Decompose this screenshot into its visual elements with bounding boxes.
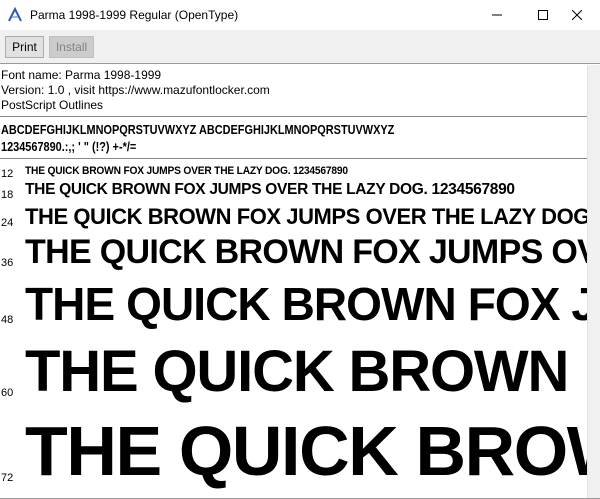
close-button[interactable] <box>554 0 600 30</box>
charset-digits: 1234567890.:,; ' " (!?) +-*/= <box>1 139 137 154</box>
size-label: 24 <box>1 217 14 229</box>
outlines-label: PostScript Outlines <box>1 98 104 112</box>
minimize-icon <box>492 14 502 16</box>
install-button[interactable]: Install <box>49 36 94 58</box>
size-label: 72 <box>1 472 14 484</box>
divider <box>0 158 587 159</box>
vertical-scrollbar[interactable] <box>587 65 600 499</box>
sample-text: THE QUICK BROWN FOX JUMPS OVER THE LAZY … <box>25 278 587 330</box>
font-name-label: Font name: Parma 1998-1999 <box>1 68 162 82</box>
sample-text: THE QUICK BROWN FOX JUMPS OVER THE LAZY … <box>25 339 587 404</box>
print-button[interactable]: Print <box>5 36 44 58</box>
size-label: 18 <box>1 189 14 201</box>
size-label: 60 <box>1 387 14 399</box>
sample-text: THE QUICK BROWN FOX JUMPS OVER THE LAZY … <box>25 181 515 198</box>
font-viewer-icon <box>7 6 23 23</box>
charset-letters: ABCDEFGHIJKLMNOPQRSTUVWXYZ ABCDEFGHIJKLM… <box>1 122 395 137</box>
title-bar: Parma 1998-1999 Regular (OpenType) <box>0 0 600 30</box>
font-preview-area: Font name: Parma 1998-1999 Version: 1.0 … <box>0 65 587 499</box>
window-title: Parma 1998-1999 Regular (OpenType) <box>30 8 239 22</box>
size-label: 12 <box>1 168 14 180</box>
version-label: Version: 1.0 , visit https://www.mazufon… <box>1 83 270 97</box>
sample-text: THE QUICK BROWN FOX JUMPS OVER THE LAZY … <box>25 412 587 490</box>
toolbar: Print Install <box>0 30 600 64</box>
close-icon <box>572 10 582 20</box>
size-label: 48 <box>1 314 14 326</box>
divider <box>0 116 587 117</box>
size-label: 36 <box>1 257 14 269</box>
sample-text: THE QUICK BROWN FOX JUMPS OVER THE LAZY … <box>25 233 587 271</box>
maximize-icon <box>538 10 548 20</box>
sample-text: THE QUICK BROWN FOX JUMPS OVER THE LAZY … <box>25 165 348 177</box>
minimize-button[interactable] <box>474 0 520 30</box>
sample-text: THE QUICK BROWN FOX JUMPS OVER THE LAZY … <box>25 204 587 229</box>
